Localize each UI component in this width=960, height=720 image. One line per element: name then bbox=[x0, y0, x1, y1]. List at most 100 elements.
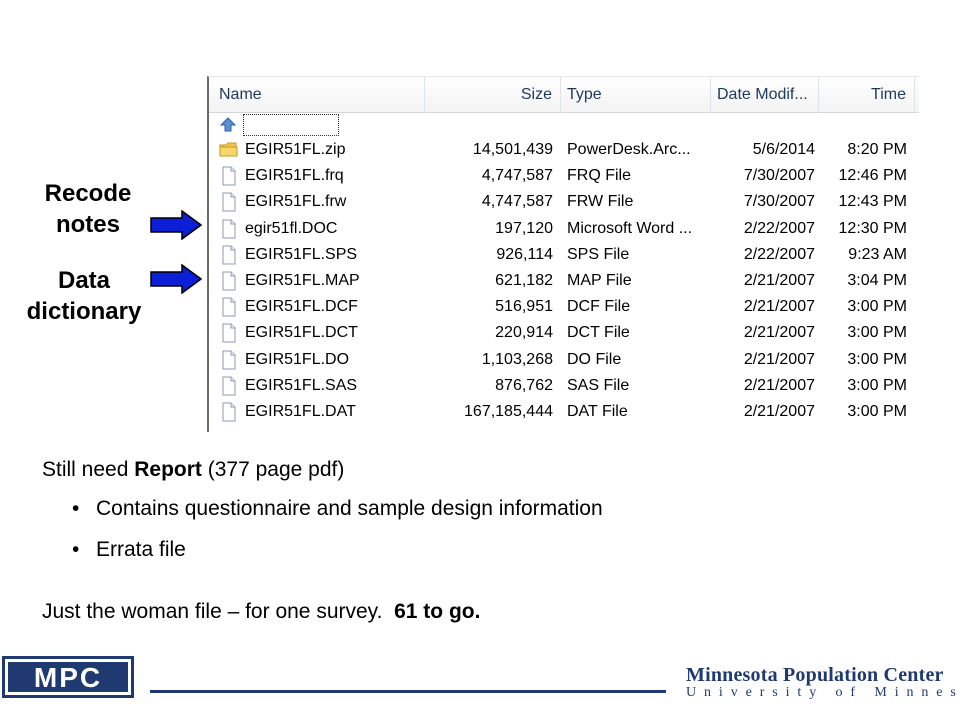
file-name: EGIR51FL.DAT bbox=[245, 403, 356, 420]
file-date-modified: 2/21/2007 bbox=[743, 403, 815, 420]
file-size: 167,185,444 bbox=[464, 403, 553, 420]
file-date-modified: 2/21/2007 bbox=[743, 324, 815, 342]
file-type: FRW File bbox=[567, 193, 634, 211]
column-header-size[interactable]: Size bbox=[425, 77, 561, 113]
center-name: Minnesota Population Center bbox=[686, 664, 944, 686]
parent-folder-row[interactable] bbox=[209, 113, 919, 137]
file-type: MAP File bbox=[567, 272, 632, 289]
data-dictionary-label: Data dictionary bbox=[10, 265, 158, 327]
folder-icon bbox=[219, 142, 238, 157]
file-row[interactable]: EGIR51FL.zip 14,501,439 PowerDesk.Arc... 5/… bbox=[209, 137, 919, 163]
file-time: 9:23 AM bbox=[848, 245, 907, 263]
file-row[interactable]: egir51fl.DOC 197,120 Microsoft Word ... 2/2… bbox=[209, 216, 919, 242]
file-time: 8:20 PM bbox=[847, 141, 907, 158]
file-date-modified: 2/21/2007 bbox=[743, 298, 815, 316]
file-name: egir51fl.DOC bbox=[245, 219, 338, 237]
file-time: 12:46 PM bbox=[838, 167, 907, 185]
file-name: EGIR51FL.frq bbox=[245, 167, 344, 185]
file-icon bbox=[222, 350, 236, 370]
file-row[interactable]: EGIR51FL.DAT 167,185,444 DAT File 2/21/2007… bbox=[209, 399, 919, 425]
arrow-right-icon bbox=[150, 210, 202, 240]
file-date-modified: 2/22/2007 bbox=[743, 219, 815, 237]
file-size: 4,747,587 bbox=[481, 167, 553, 185]
rename-focus-box[interactable] bbox=[243, 114, 339, 136]
still-need-prefix: Still need bbox=[42, 458, 135, 481]
file-type: PowerDesk.Arc... bbox=[567, 141, 691, 158]
file-name: EGIR51FL.DCT bbox=[245, 324, 358, 342]
file-date-modified: 2/21/2007 bbox=[743, 350, 815, 368]
file-icon bbox=[222, 192, 236, 212]
file-time: 3:04 PM bbox=[847, 272, 907, 289]
file-time: 3:00 PM bbox=[847, 324, 907, 342]
file-explorer-list: Name Size Type Date Modif... Time EGIR51… bbox=[207, 76, 919, 432]
file-date-modified: 2/21/2007 bbox=[743, 376, 815, 394]
column-header-date-modified[interactable]: Date Modif... bbox=[711, 77, 819, 113]
file-type: SAS File bbox=[567, 376, 630, 394]
file-icon bbox=[222, 166, 236, 186]
up-folder-icon[interactable] bbox=[219, 116, 237, 134]
file-size: 197,120 bbox=[495, 219, 553, 237]
file-date-modified: 2/21/2007 bbox=[743, 272, 815, 289]
file-size: 621,182 bbox=[495, 272, 553, 289]
file-type: FRQ File bbox=[567, 167, 631, 185]
file-row[interactable]: EGIR51FL.DCF 516,951 DCF File 2/21/2007 3:00… bbox=[209, 294, 919, 320]
file-time: 3:00 PM bbox=[847, 403, 907, 420]
file-type: DCF File bbox=[567, 298, 631, 316]
column-header-bar: Name Size Type Date Modif... Time bbox=[209, 77, 919, 113]
file-icon bbox=[222, 219, 236, 239]
file-size: 926,114 bbox=[496, 245, 553, 263]
file-row[interactable]: EGIR51FL.SPS 926,114 SPS File 2/22/2007 9:23… bbox=[209, 242, 919, 268]
file-row[interactable]: EGIR51FL.MAP 621,182 MAP File 2/21/2007 3:04… bbox=[209, 268, 919, 294]
to-go-label: 61 to go. bbox=[394, 600, 481, 623]
file-type: Microsoft Word ... bbox=[567, 219, 693, 237]
file-size: 1,103,268 bbox=[481, 350, 553, 368]
file-size: 876,762 bbox=[495, 376, 553, 394]
recode-notes-line2: notes bbox=[55, 211, 120, 238]
file-name: EGIR51FL.SPS bbox=[245, 245, 358, 263]
file-time: 3:00 PM bbox=[847, 376, 907, 394]
file-size: 4,747,587 bbox=[481, 193, 553, 211]
file-size: 220,914 bbox=[495, 324, 553, 342]
arrow-right-icon bbox=[150, 264, 202, 294]
file-icon bbox=[222, 297, 236, 317]
file-name: EGIR51FL.DCF bbox=[245, 298, 358, 316]
file-time: 3:00 PM bbox=[847, 350, 907, 368]
just-woman-line: Just the woman file – for one survey. 61… bbox=[42, 600, 480, 624]
file-time: 12:43 PM bbox=[838, 193, 907, 211]
file-date-modified: 5/6/2014 bbox=[752, 141, 815, 158]
mpc-logo: MPC bbox=[2, 656, 134, 698]
file-row[interactable]: EGIR51FL.DCT 220,914 DCT File 2/21/2007 3:00… bbox=[209, 320, 919, 346]
file-size: 516,951 bbox=[495, 298, 553, 316]
column-header-name[interactable]: Name bbox=[213, 77, 425, 113]
file-row[interactable]: EGIR51FL.DO 1,103,268 DO File 2/21/2007 3:00… bbox=[209, 347, 919, 373]
recode-notes-label: Recode notes bbox=[20, 178, 156, 240]
footer-divider bbox=[150, 690, 666, 693]
file-name: EGIR51FL.DO bbox=[245, 350, 350, 368]
bullet-text: Contains questionnaire and sample design… bbox=[96, 497, 603, 520]
still-need-suffix: (377 page pdf) bbox=[201, 458, 345, 481]
logo-text: MPC bbox=[34, 662, 102, 693]
file-name: EGIR51FL.frw bbox=[245, 193, 347, 211]
file-time: 12:30 PM bbox=[838, 219, 907, 237]
bullet-text: Errata file bbox=[96, 538, 186, 561]
column-header-type[interactable]: Type bbox=[561, 77, 711, 113]
bullet-item-errata: • Errata file bbox=[72, 538, 186, 562]
file-icon bbox=[222, 376, 236, 396]
file-size: 14,501,439 bbox=[472, 141, 553, 158]
file-row[interactable]: EGIR51FL.frw 4,747,587 FRW File 7/30/2007 12… bbox=[209, 189, 919, 215]
data-dictionary-line1: Data bbox=[57, 267, 111, 294]
bullet-icon: • bbox=[72, 538, 80, 561]
file-name: EGIR51FL.zip bbox=[245, 141, 346, 158]
just-woman-text: Just the woman file – for one survey. bbox=[42, 600, 395, 623]
file-date-modified: 7/30/2007 bbox=[743, 193, 815, 211]
file-name: EGIR51FL.SAS bbox=[245, 376, 358, 394]
file-type: DO File bbox=[567, 350, 622, 368]
column-header-time[interactable]: Time bbox=[819, 77, 915, 113]
report-label: Report bbox=[134, 458, 202, 481]
file-row[interactable]: EGIR51FL.SAS 876,762 SAS File 2/21/2007 3:00… bbox=[209, 373, 919, 399]
file-type: DCT File bbox=[567, 324, 630, 342]
file-row[interactable]: EGIR51FL.frq 4,747,587 FRQ File 7/30/2007 12… bbox=[209, 163, 919, 189]
file-icon bbox=[222, 323, 236, 343]
still-need-line: Still need Report (377 page pdf) bbox=[42, 458, 344, 482]
file-icon bbox=[222, 245, 236, 265]
